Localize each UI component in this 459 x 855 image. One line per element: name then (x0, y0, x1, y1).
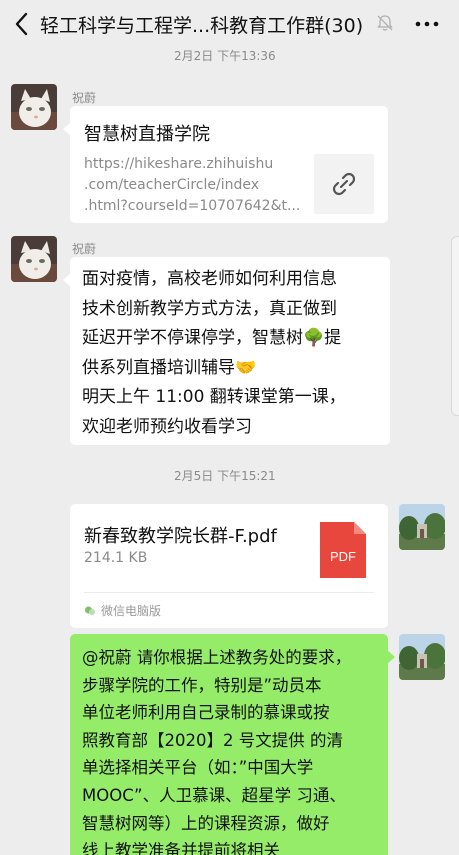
divider (84, 592, 374, 593)
bell-off-icon (377, 15, 393, 31)
file-source: 微信电脑版 (84, 602, 161, 619)
scroll-handle[interactable] (451, 236, 459, 416)
link-card-title: 智慧树直播学院 (84, 124, 210, 145)
self-text-message[interactable]: @祝蔚 请你根据上述教务处的要求， 步骤学院的工作，特别是”动员本 单位老师利用… (70, 634, 395, 855)
pdf-file-icon: PDF (320, 522, 366, 578)
pdf-icon: PDF (320, 522, 366, 578)
avatar[interactable] (11, 84, 57, 130)
file-size: 214.1 KB (84, 550, 148, 566)
more-dots-icon[interactable] (412, 12, 442, 36)
campus-avatar-icon (399, 634, 445, 680)
cat-avatar-icon (11, 236, 57, 282)
campus-avatar-icon (399, 504, 445, 550)
link-thumbnail (314, 154, 374, 214)
message-text: 面对疫情，高校老师如何利用信息 技术创新教学方式方法，真正做到 延迟开学不停课停… (82, 269, 346, 437)
cat-avatar-icon (11, 84, 57, 130)
chat-title: 轻工科学与工程学...科教育工作群(30) (40, 15, 364, 37)
text-message[interactable]: 面对疫情，高校老师如何利用信息 技术创新教学方式方法，真正做到 延迟开学不停课停… (63, 257, 390, 445)
sender-name: 祝蔚 (72, 91, 97, 105)
avatar[interactable] (399, 504, 445, 550)
svg-text:PDF: PDF (330, 549, 356, 564)
timestamp: 2月2日 下午13:36 (174, 49, 276, 63)
timestamp: 2月5日 下午15:21 (174, 469, 276, 483)
wechat-pc-icon (85, 606, 95, 615)
avatar[interactable] (11, 236, 57, 282)
file-message[interactable]: 新春致教学院长群-F.pdf 214.1 KB PDF 微信电脑版 (70, 504, 388, 628)
avatar[interactable] (399, 634, 445, 680)
chat-header: 轻工科学与工程学...科教育工作群(30) (0, 0, 459, 48)
sender-name: 祝蔚 (72, 242, 97, 256)
link-chain-icon (332, 172, 356, 196)
file-name: 新春致教学院长群-F.pdf (84, 526, 277, 547)
link-card-url: https://hikeshare.zhihuishu .com/teacher… (84, 156, 301, 214)
chevron-left-icon[interactable] (12, 10, 32, 38)
link-card-message[interactable]: 智慧树直播学院 https://hikeshare.zhihuishu .com… (63, 106, 388, 223)
message-text: @祝蔚 请你根据上述教务处的要求， 步骤学院的工作，特别是”动员本 单位老师利用… (82, 648, 352, 855)
